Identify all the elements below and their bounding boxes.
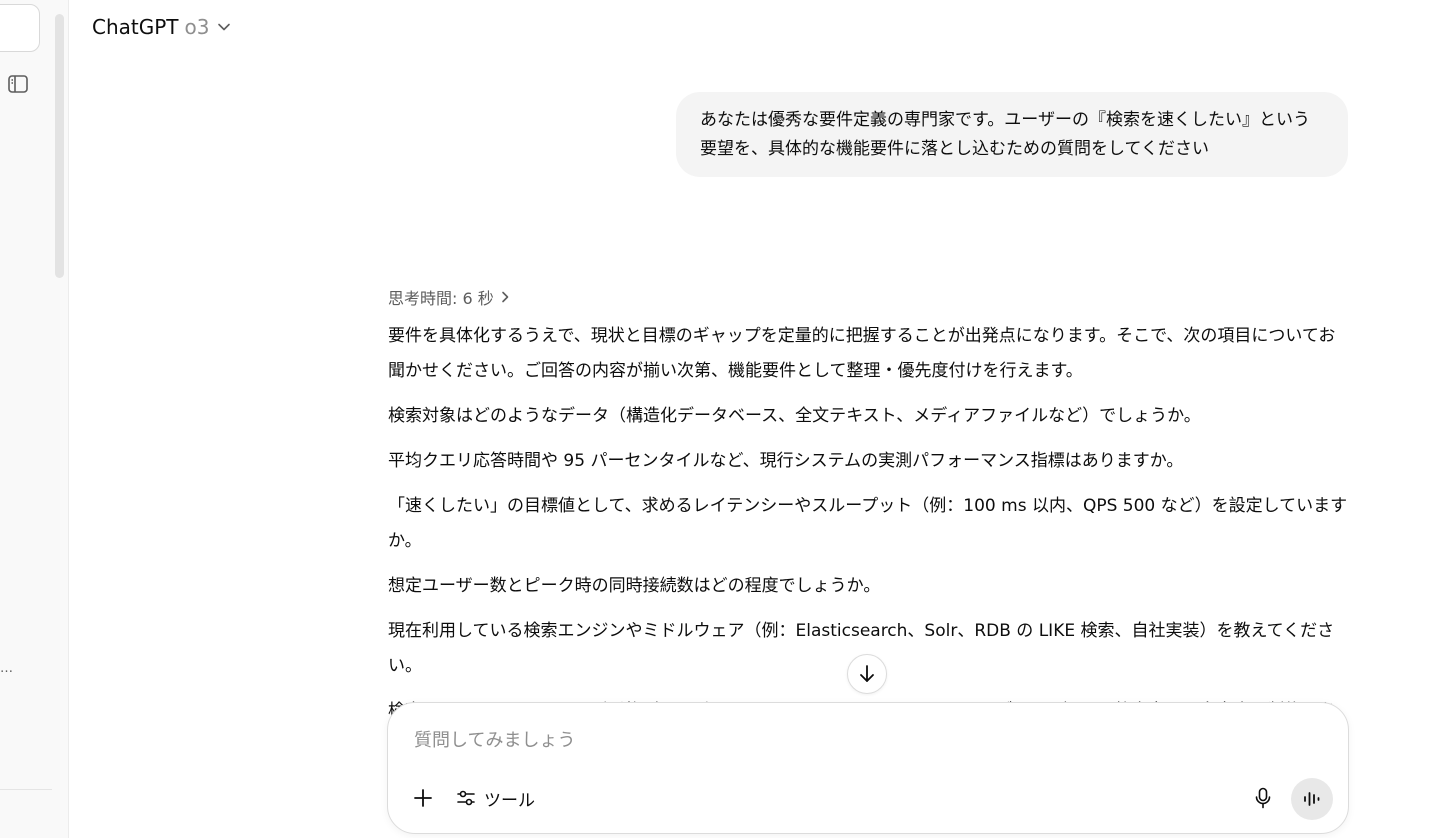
assistant-paragraph: 想定ユーザー数とピーク時の同時接続数はどの程度でしょうか。 bbox=[388, 576, 881, 596]
model-selector[interactable]: ChatGPT o3 bbox=[92, 12, 231, 42]
dictate-button[interactable] bbox=[1248, 783, 1278, 813]
tools-label: ツール bbox=[484, 790, 535, 811]
add-attachment-button[interactable] bbox=[408, 783, 438, 813]
assistant-paragraph: 平均クエリ応答時間や 95 パーセンタイルなど、現行システムの実測パフォーマンス… bbox=[388, 451, 1184, 471]
microphone-icon bbox=[1255, 787, 1271, 809]
thinking-time-toggle[interactable]: 思考時間: 6 秒 bbox=[388, 283, 1348, 311]
prompt-input[interactable] bbox=[414, 725, 1294, 755]
sidebar-divider bbox=[0, 789, 52, 790]
sidebar: … bbox=[0, 0, 69, 838]
user-message-bubble: あなたは優秀な要件定義の専門家です。ユーザーの『検索を速くしたい』という要望を、… bbox=[676, 92, 1348, 177]
chat-app: … ChatGPT o3 あなたは優秀な要件定義の専門家です。ユーザーの『検索を… bbox=[0, 0, 1440, 838]
chevron-down-icon bbox=[218, 23, 231, 31]
voice-waveform-icon bbox=[1304, 792, 1320, 806]
plus-icon bbox=[414, 789, 432, 807]
arrow-down-icon bbox=[860, 665, 874, 682]
composer: ツール bbox=[387, 702, 1349, 834]
sidebar-toggle-icon[interactable] bbox=[7, 73, 29, 95]
chevron-right-icon bbox=[501, 291, 509, 303]
voice-mode-button[interactable] bbox=[1291, 778, 1333, 820]
assistant-paragraph: 要件を具体化するうえで、現状と目標のギャップを定量的に把握することが出発点になり… bbox=[388, 326, 1336, 381]
assistant-paragraph: 検索対象はどのようなデータ（構造化データベース、全文テキスト、メディアファイルな… bbox=[388, 406, 1201, 426]
assistant-paragraph: 「速くしたい」の目標値として、求めるレイテンシーやスループット（例：100 ms… bbox=[388, 496, 1348, 551]
scroll-to-bottom-button[interactable] bbox=[847, 654, 887, 694]
thinking-time-label: 思考時間: 6 秒 bbox=[388, 289, 494, 308]
sidebar-top-button[interactable] bbox=[0, 4, 40, 52]
sliders-icon bbox=[457, 790, 475, 806]
app-name: ChatGPT bbox=[92, 15, 179, 39]
tools-button[interactable]: ツール bbox=[456, 783, 535, 813]
sidebar-more-ellipsis[interactable]: … bbox=[0, 661, 14, 676]
model-name: o3 bbox=[184, 15, 210, 39]
sidebar-scrollbar[interactable] bbox=[55, 14, 64, 278]
